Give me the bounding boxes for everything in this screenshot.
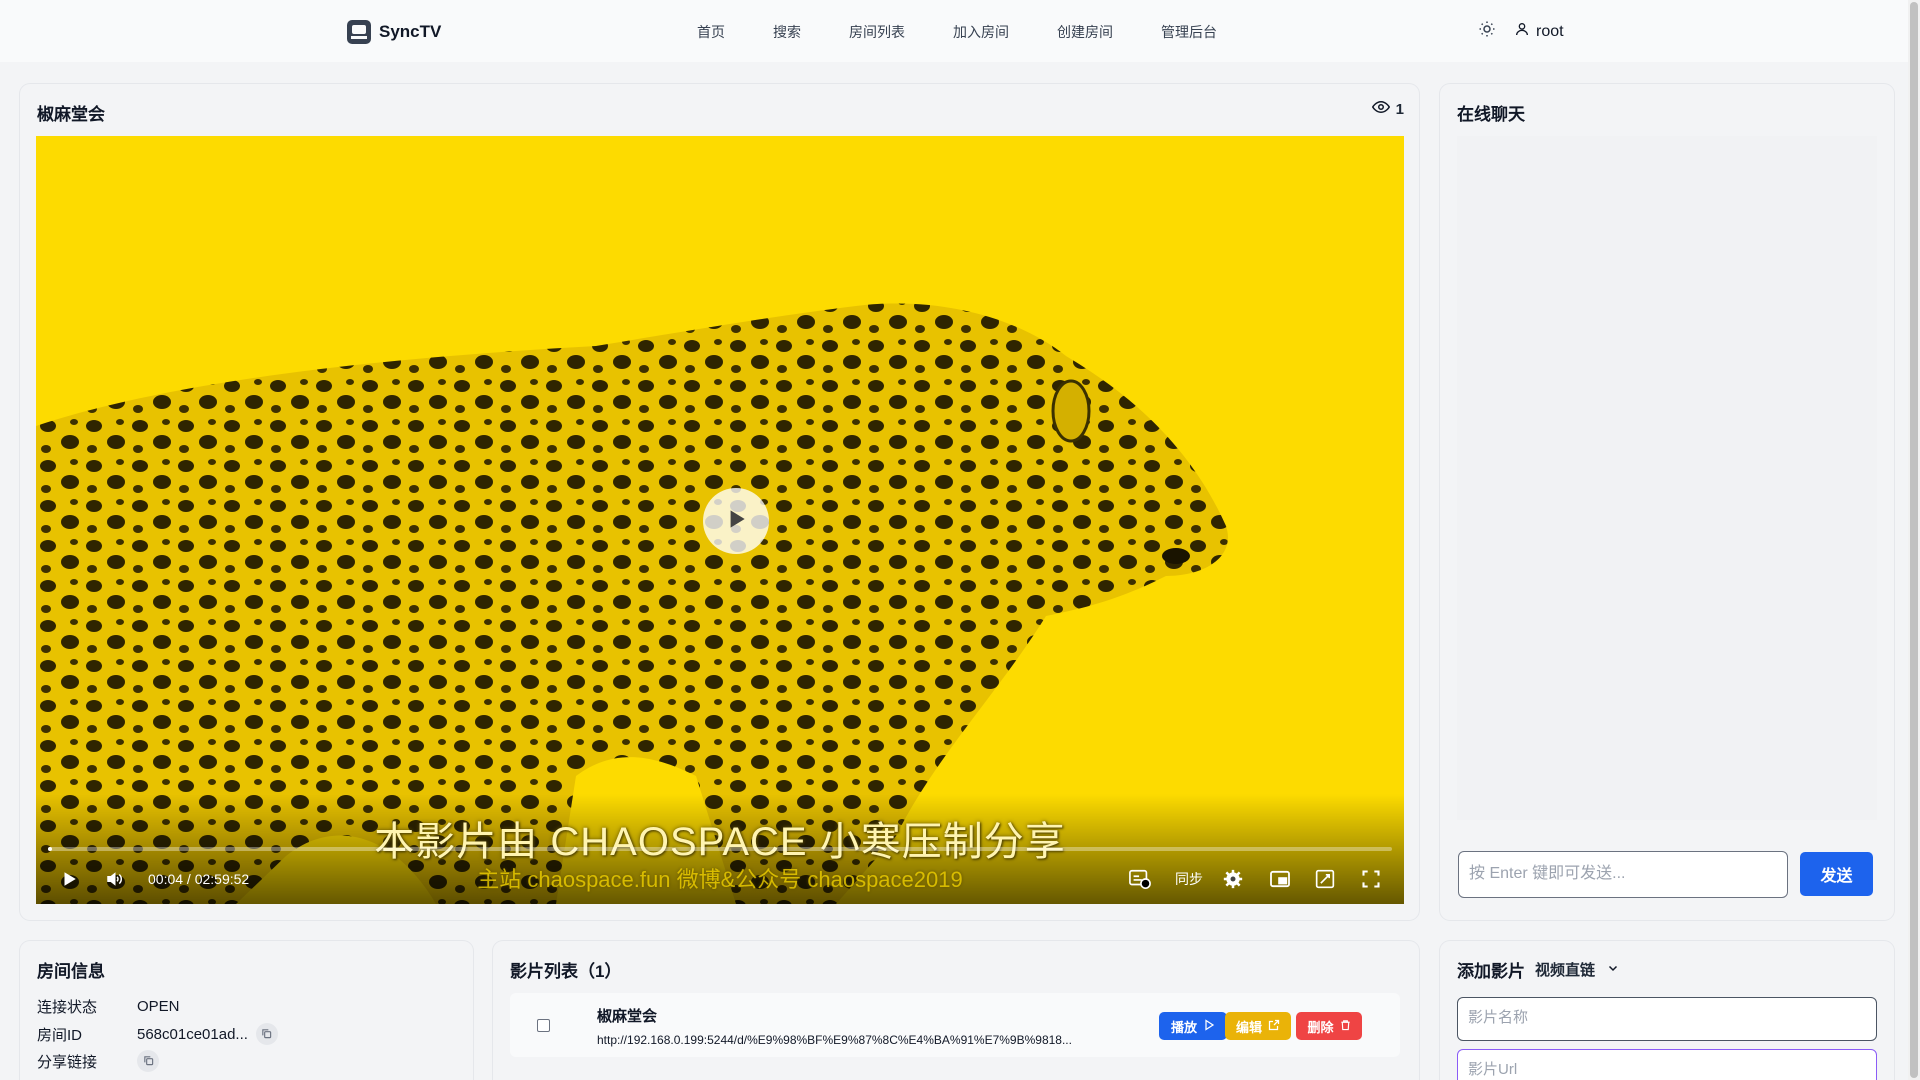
play-icon [723,506,749,537]
sun-icon[interactable] [1478,20,1496,43]
center-play-button[interactable] [703,488,769,554]
room-row-id: 房间ID 568c01ce01ad... [37,1023,278,1045]
copy-share-link-button[interactable] [137,1050,159,1072]
progress-bar[interactable] [48,847,1392,851]
player-panel: 椒麻堂会 1 本影片由 CHAOSPACE 小寒压制分享 主站 chaospac… [20,84,1419,920]
play-button[interactable]: 播放 [1159,1012,1227,1040]
source-mode-select[interactable]: 视频直链 [1535,959,1619,980]
add-movie-panel: 添加影片 视频直链 影片名称 影片Url [1440,941,1894,1080]
room-info-title: 房间信息 [37,962,105,981]
page-scrollbar[interactable] [1908,0,1920,1080]
nav-admin[interactable]: 管理后台 [1161,22,1217,42]
room-key: 房间ID [37,1026,83,1044]
room-row-status: 连接状态 OPEN [37,996,180,1017]
viewer-count: 1 [1371,100,1404,118]
settings-icon[interactable] [1223,869,1243,889]
nav-home[interactable]: 首页 [697,22,725,42]
movie-title: 椒麻堂会 [37,105,105,124]
fullscreen-icon[interactable] [1361,869,1381,889]
video-player[interactable]: 本影片由 CHAOSPACE 小寒压制分享 主站 chaospace.fun 微… [36,136,1404,904]
movie-name-input[interactable]: 影片名称 [1457,997,1877,1041]
web-fullscreen-icon[interactable] [1315,869,1335,889]
copy-icon [143,1053,154,1070]
external-edit-icon [1268,1019,1280,1034]
chat-input[interactable]: 按 Enter 键即可发送... [1458,851,1788,898]
edit-label: 编辑 [1235,1019,1262,1035]
connection-status: OPEN [137,998,180,1015]
copy-room-id-button[interactable] [255,1023,278,1045]
tv-icon [347,20,371,44]
play-icon[interactable] [60,870,78,888]
play-icon [1203,1018,1215,1034]
time-display: 00:04 / 02:59:52 [148,871,250,887]
movie-url-input[interactable]: 影片Url [1457,1049,1877,1080]
eye-icon [1371,100,1390,118]
room-key: 连接状态 [37,999,98,1016]
chevron-down-icon [1607,961,1619,978]
volume-icon[interactable] [104,870,124,888]
movie-list-title: 影片列表（1） [510,962,622,981]
movie-checkbox[interactable] [537,1019,550,1032]
edit-button[interactable]: 编辑 [1225,1012,1291,1040]
top-navbar: SyncTV 首页 搜索 房间列表 加入房间 创建房间 管理后台 root [0,0,1908,62]
brand-logo[interactable]: SyncTV [347,20,441,44]
username: root [1536,22,1564,40]
chat-panel: 在线聊天 按 Enter 键即可发送... 发送 [1440,84,1894,920]
delete-label: 删除 [1307,1019,1334,1035]
movie-name: 椒麻堂会 [597,1008,658,1025]
trash-icon [1340,1019,1351,1034]
play-label: 播放 [1170,1019,1197,1035]
room-key: 分享链接 [37,1053,98,1071]
player-controls: 00:04 / 02:59:52 同步 [36,854,1404,904]
main-nav: 首页 搜索 房间列表 加入房间 创建房间 管理后台 [697,22,1217,42]
user-icon [1514,21,1530,42]
nav-room-list[interactable]: 房间列表 [849,22,905,42]
room-row-share: 分享链接 [37,1050,159,1072]
subtitle-icon[interactable] [1128,868,1152,890]
room-info-panel: 房间信息 连接状态 OPEN 房间ID 568c01ce01ad... 分享链接 [20,941,473,1080]
movie-list-panel: 影片列表（1） 椒麻堂会 http://192.168.0.199:5244/d… [493,941,1419,1080]
movie-url: http://192.168.0.199:5244/d/%E9%98%BF%E9… [597,1033,1072,1047]
sync-button[interactable]: 同步 [1175,869,1203,889]
chat-title: 在线聊天 [1457,105,1525,124]
copy-icon [261,1026,272,1043]
progress-fill [48,847,53,851]
nav-join-room[interactable]: 加入房间 [953,22,1009,42]
send-button[interactable]: 发送 [1800,852,1873,896]
scrollbar-thumb[interactable] [1910,2,1918,1078]
list-item: 椒麻堂会 http://192.168.0.199:5244/d/%E9%98%… [510,993,1400,1057]
room-id: 568c01ce01ad... [137,1025,248,1043]
source-mode-value: 视频直链 [1535,962,1596,979]
nav-search[interactable]: 搜索 [773,22,801,42]
add-movie-title: 添加影片 [1457,962,1525,981]
user-menu[interactable]: root [1514,21,1564,42]
nav-create-room[interactable]: 创建房间 [1057,22,1113,42]
chat-messages [1457,136,1877,820]
app-name: SyncTV [379,22,442,41]
pip-icon[interactable] [1269,870,1291,888]
delete-button[interactable]: 删除 [1296,1012,1362,1040]
viewer-count-value: 1 [1395,100,1404,118]
